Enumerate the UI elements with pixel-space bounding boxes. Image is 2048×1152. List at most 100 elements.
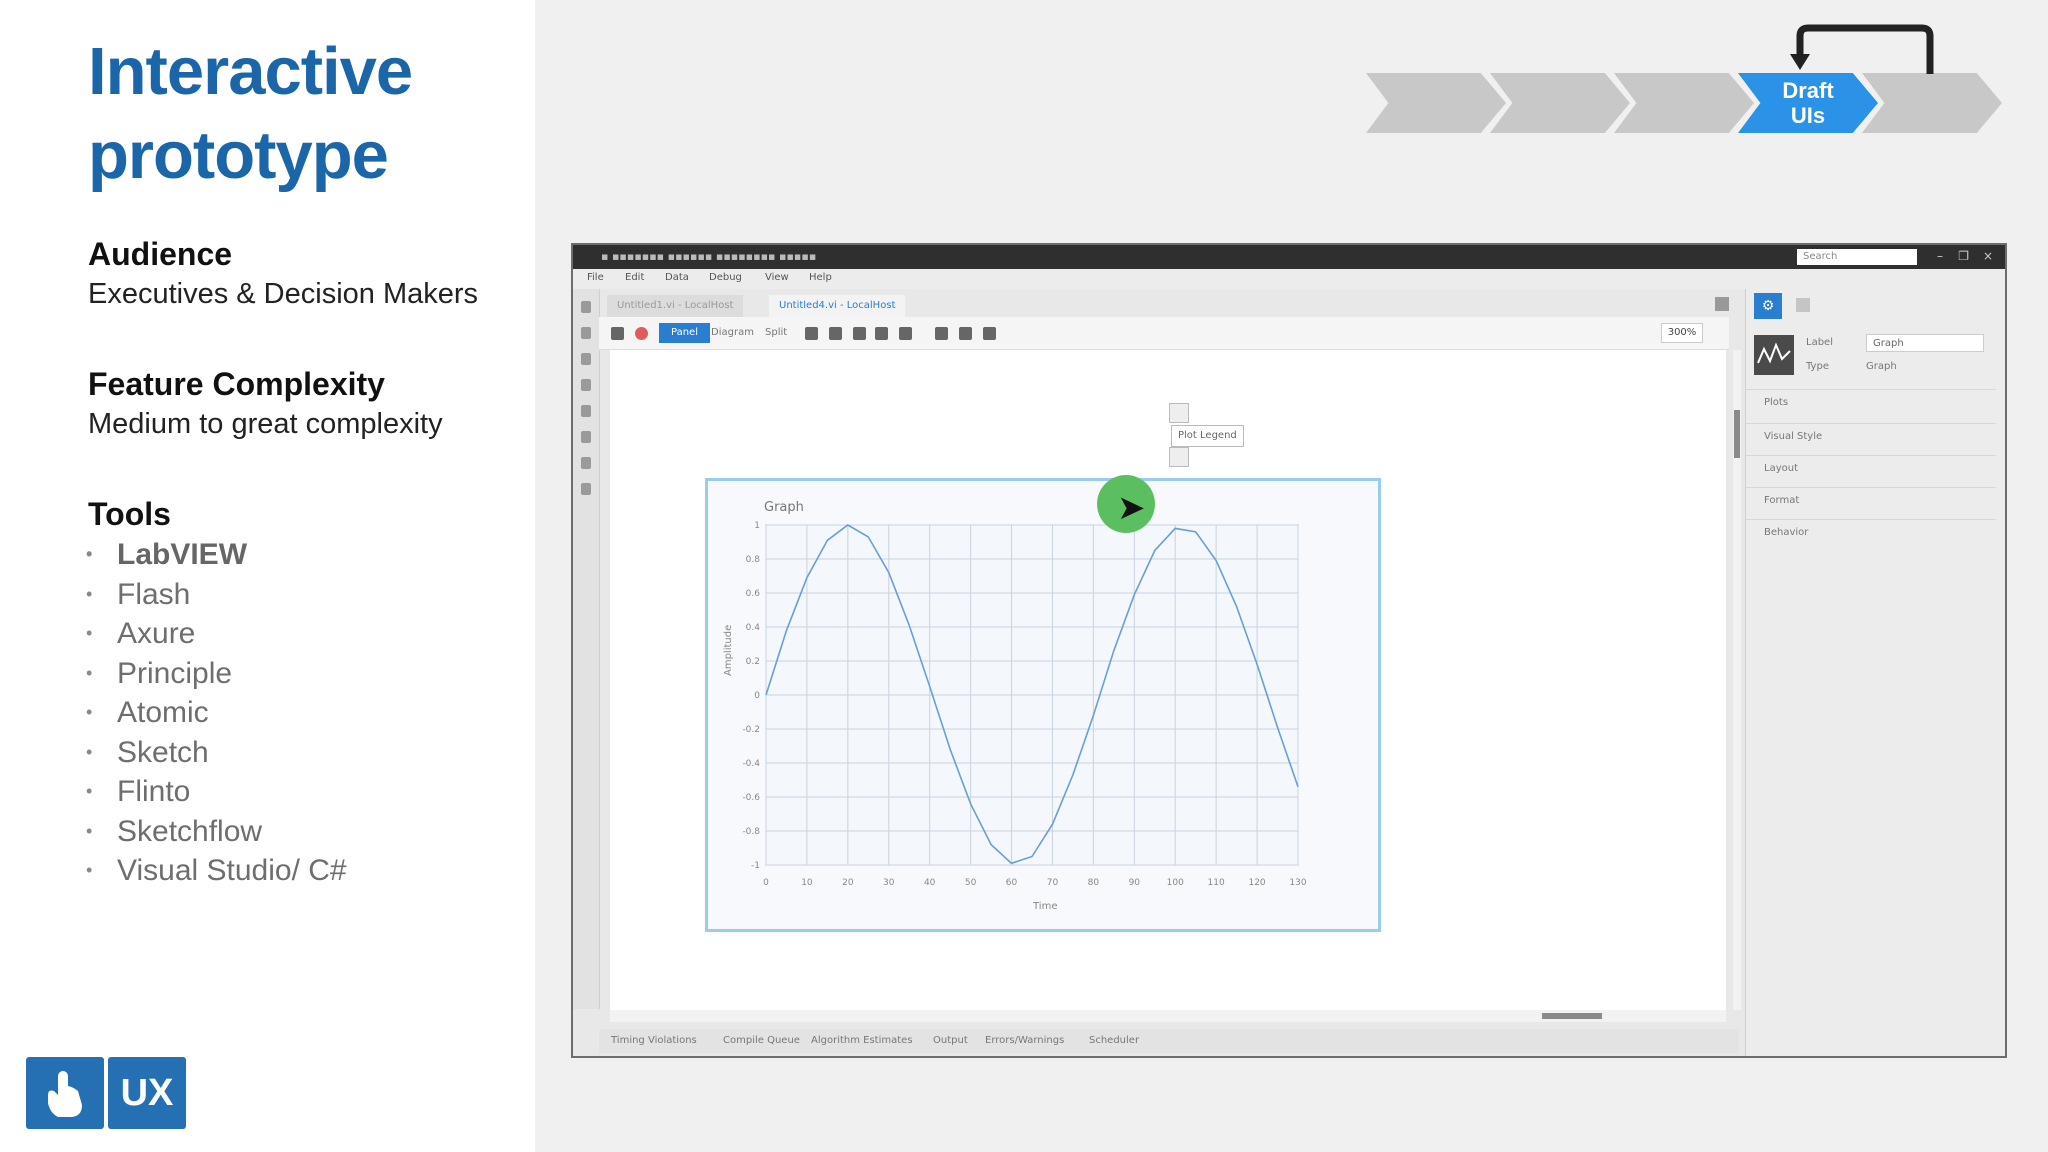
section-behavior[interactable]: Behavior bbox=[1746, 519, 1996, 545]
x-tick-label: 50 bbox=[965, 878, 977, 888]
section-plots[interactable]: Plots bbox=[1746, 389, 1996, 415]
section-visual-style[interactable]: Visual Style bbox=[1746, 423, 1996, 449]
tool-icon[interactable] bbox=[805, 327, 818, 340]
panel-button[interactable]: Panel bbox=[659, 323, 710, 343]
menu-debug[interactable]: Debug bbox=[709, 272, 742, 283]
run-icon[interactable] bbox=[611, 327, 624, 340]
menu-help[interactable]: Help bbox=[809, 272, 832, 283]
x-tick-label: 100 bbox=[1167, 878, 1184, 888]
tools-list: LabVIEW Flash Axure Principle Atomic Ske… bbox=[86, 535, 347, 891]
tool-item: Principle bbox=[86, 654, 347, 694]
x-axis-label: Time bbox=[1032, 901, 1057, 912]
y-tick-label: 1 bbox=[754, 521, 760, 531]
grid-view-icon[interactable] bbox=[1715, 297, 1729, 311]
y-tick-label: -0.6 bbox=[742, 793, 760, 803]
menu-view[interactable]: View bbox=[765, 272, 789, 283]
complexity-heading: Feature Complexity bbox=[88, 366, 385, 402]
tab-untitled4[interactable]: Untitled4.vi - LocalHost bbox=[769, 295, 906, 317]
status-tab[interactable]: Compile Queue bbox=[723, 1035, 800, 1046]
horizontal-scrollbar[interactable] bbox=[610, 1010, 1726, 1022]
tool-icon[interactable] bbox=[875, 327, 888, 340]
menu-edit[interactable]: Edit bbox=[625, 272, 644, 283]
tool-item: Sketchflow bbox=[86, 812, 347, 852]
ux-logo-text: UX bbox=[108, 1057, 186, 1129]
section-format[interactable]: Format bbox=[1746, 487, 1996, 513]
legend-button-icon[interactable] bbox=[1169, 447, 1189, 467]
x-tick-label: 130 bbox=[1289, 878, 1306, 888]
status-tab[interactable]: Errors/Warnings bbox=[985, 1035, 1064, 1046]
x-tick-label: 110 bbox=[1208, 878, 1225, 888]
y-tick-label: 0.6 bbox=[746, 589, 761, 599]
status-tab[interactable]: Timing Violations bbox=[611, 1035, 697, 1046]
close-icon[interactable]: × bbox=[1983, 249, 1993, 263]
menu-data[interactable]: Data bbox=[665, 272, 689, 283]
step-label-line-2: UIs bbox=[1790, 103, 1826, 128]
palette-icon[interactable] bbox=[581, 483, 591, 495]
tool-icon[interactable] bbox=[983, 327, 996, 340]
zoom-select[interactable]: 300% bbox=[1661, 323, 1703, 343]
graph-control[interactable]: Graph Time Amplitude 0 10 20 30 40 50 60 70 80 90… bbox=[705, 478, 1381, 932]
type-key: Type bbox=[1806, 361, 1829, 372]
palette-icon[interactable] bbox=[581, 405, 591, 417]
legend-button-icon[interactable] bbox=[1169, 403, 1189, 423]
section-layout[interactable]: Layout bbox=[1746, 455, 1996, 481]
label-key: Label bbox=[1806, 337, 1833, 348]
editor-toolbar: Panel Diagram Split 300% bbox=[599, 317, 1729, 350]
tool-item: Visual Studio/ C# bbox=[86, 851, 347, 891]
y-axis-label: Amplitude bbox=[723, 625, 734, 676]
search-input[interactable]: Search bbox=[1797, 249, 1917, 265]
chart-grid bbox=[765, 524, 1299, 866]
process-step bbox=[1490, 73, 1630, 133]
item-tab-icon[interactable] bbox=[1796, 298, 1810, 312]
minimize-icon[interactable]: – bbox=[1937, 249, 1943, 263]
tool-item: Atomic bbox=[86, 693, 347, 733]
x-tick-label: 10 bbox=[801, 878, 813, 888]
restore-icon[interactable]: ❐ bbox=[1958, 249, 1969, 263]
tool-icon[interactable] bbox=[935, 327, 948, 340]
gear-icon[interactable]: ⚙ bbox=[1754, 293, 1782, 319]
vertical-scrollbar[interactable] bbox=[1733, 350, 1741, 1010]
left-toolbar bbox=[573, 289, 600, 1009]
palette-icon[interactable] bbox=[581, 353, 591, 365]
status-tab[interactable]: Scheduler bbox=[1089, 1035, 1139, 1046]
tab-untitled1[interactable]: Untitled1.vi - LocalHost bbox=[607, 295, 744, 317]
title-line-1: Interactive bbox=[88, 34, 413, 109]
touch-hand-icon bbox=[26, 1057, 104, 1129]
status-tabs-bar: Timing Violations Compile Queue Algorith… bbox=[599, 1029, 1739, 1053]
y-tick-label: -0.4 bbox=[742, 759, 760, 769]
label-field[interactable]: Graph bbox=[1866, 334, 1984, 352]
tool-icon[interactable] bbox=[853, 327, 866, 340]
y-tick-label: -0.2 bbox=[742, 725, 760, 735]
window-title: ▪ ▪▪▪▪▪▪▪ ▪▪▪▪▪▪ ▪▪▪▪▪▪▪▪ ▪▪▪▪▪ bbox=[601, 250, 817, 263]
palette-icon[interactable] bbox=[581, 327, 591, 339]
graph-chart: Graph Time Amplitude 0 10 20 30 40 50 60 70 80 90… bbox=[723, 500, 1307, 912]
split-button[interactable]: Split bbox=[765, 323, 787, 343]
y-tick-label: 0 bbox=[754, 691, 760, 701]
menu-file[interactable]: File bbox=[587, 272, 604, 283]
ux-logo: UX bbox=[26, 1057, 186, 1129]
y-tick-label: -1 bbox=[751, 861, 760, 871]
tool-icon[interactable] bbox=[829, 327, 842, 340]
audience-heading: Audience bbox=[88, 236, 233, 272]
labview-window: ▪ ▪▪▪▪▪▪▪ ▪▪▪▪▪▪ ▪▪▪▪▪▪▪▪ ▪▪▪▪▪ Search –… bbox=[571, 243, 2007, 1058]
x-tick-label: 60 bbox=[1006, 878, 1018, 888]
properties-panel: ⚙ Label Graph Type Graph Plots Visual St… bbox=[1745, 289, 2005, 1056]
slide-title: Interactive prototype bbox=[88, 30, 413, 198]
status-tab[interactable]: Algorithm Estimates bbox=[811, 1035, 913, 1046]
x-tick-label: 30 bbox=[883, 878, 895, 888]
scroll-thumb[interactable] bbox=[1734, 410, 1740, 458]
palette-icon[interactable] bbox=[581, 431, 591, 443]
y-tick-label: 0.4 bbox=[746, 623, 761, 633]
palette-icon[interactable] bbox=[581, 301, 591, 313]
palette-icon[interactable] bbox=[581, 379, 591, 391]
palette-icon[interactable] bbox=[581, 457, 591, 469]
scroll-thumb[interactable] bbox=[1542, 1013, 1602, 1019]
tool-icon[interactable] bbox=[899, 327, 912, 340]
title-line-2: prototype bbox=[88, 118, 389, 193]
tool-icon[interactable] bbox=[959, 327, 972, 340]
x-tick-label: 20 bbox=[842, 878, 854, 888]
graph-thumbnail-icon bbox=[1754, 335, 1794, 375]
status-tab[interactable]: Output bbox=[933, 1035, 968, 1046]
abort-icon[interactable] bbox=[635, 327, 648, 340]
diagram-button[interactable]: Diagram bbox=[711, 323, 754, 343]
